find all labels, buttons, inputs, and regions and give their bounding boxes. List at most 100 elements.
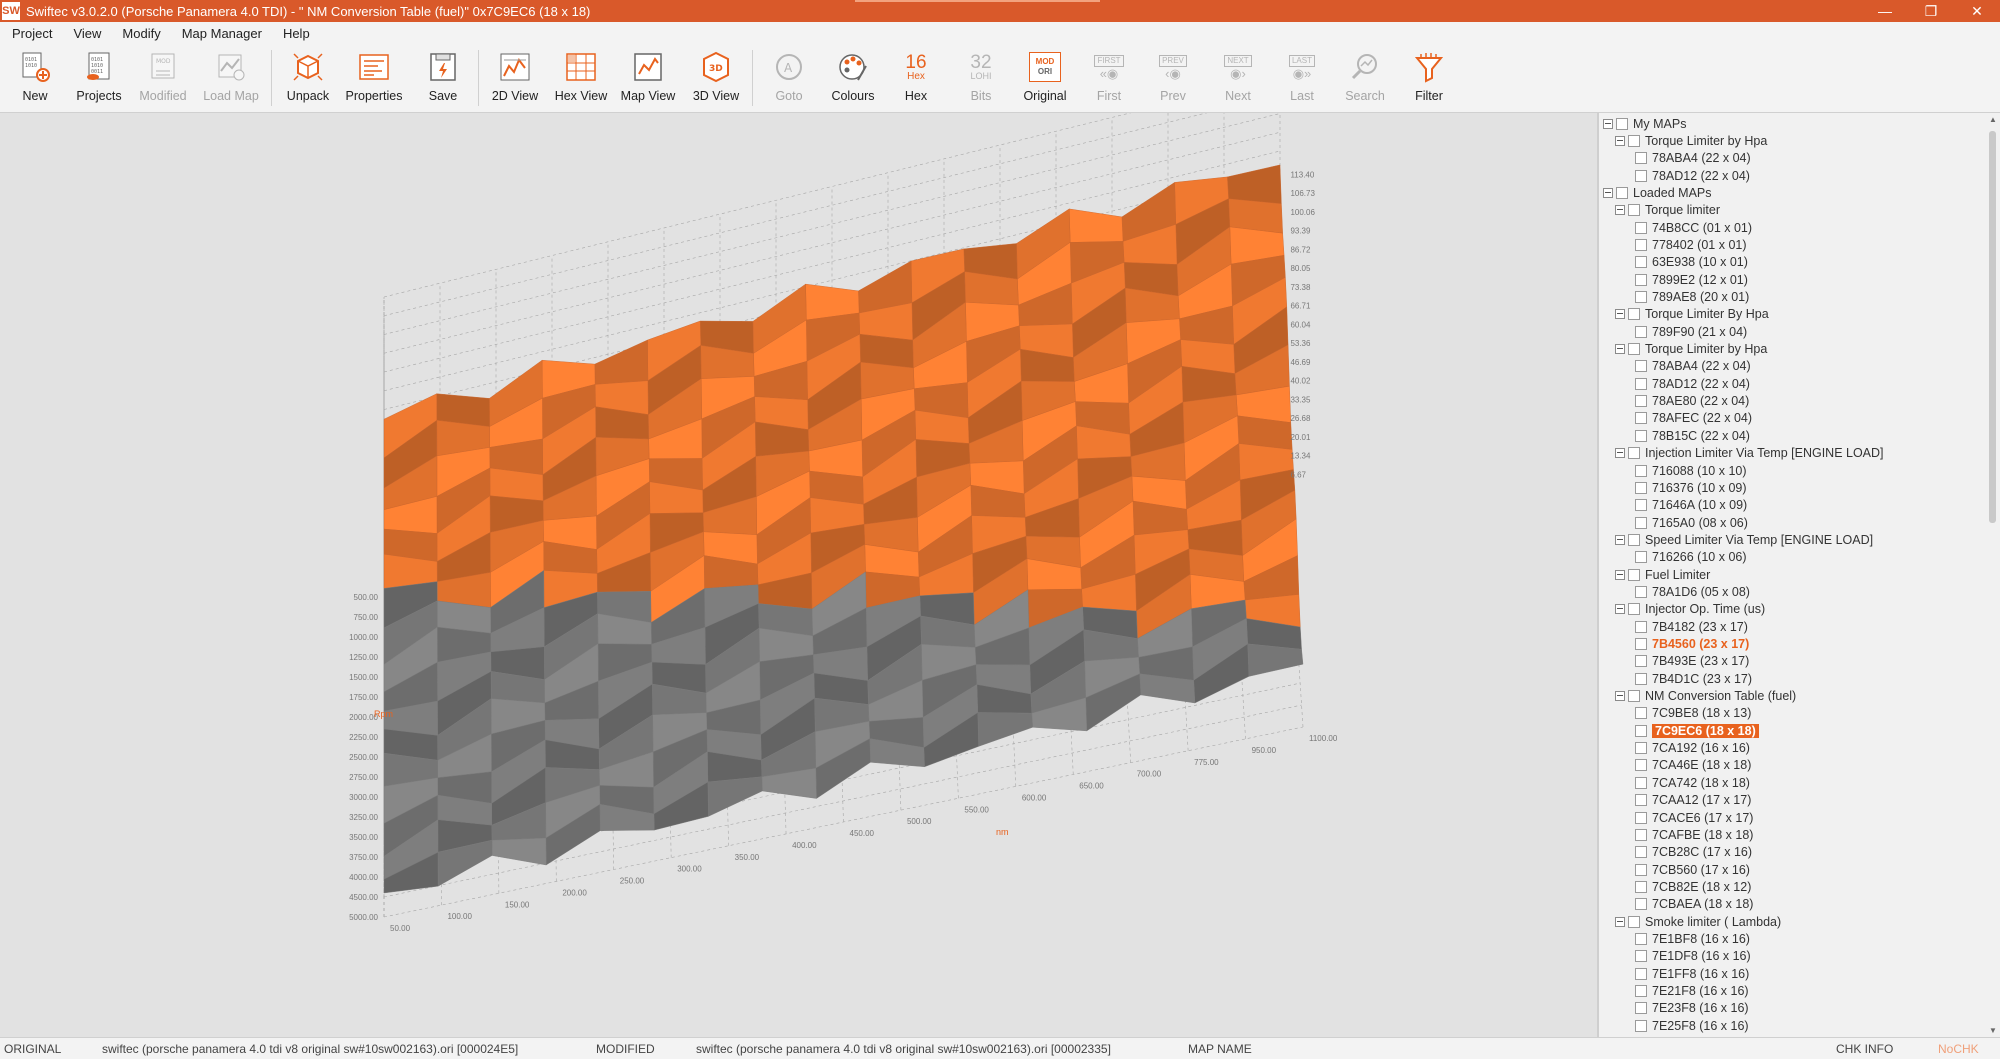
tree-checkbox[interactable] [1628, 308, 1640, 321]
tree-checkbox[interactable] [1628, 915, 1640, 928]
tree-checkbox[interactable] [1635, 655, 1647, 668]
tree-item[interactable]: 716088 (10 x 10) [1627, 462, 1747, 479]
new-button[interactable]: 0101 1010 New [4, 50, 66, 110]
tree-group[interactable]: Speed Limiter Via Temp [ENGINE LOAD] [1615, 531, 1873, 548]
scroll-down-icon[interactable]: ▼ [1989, 1026, 1997, 1035]
tree-item[interactable]: 7E21F8 (16 x 16) [1627, 983, 1749, 1000]
tree-item[interactable]: 7CA742 (18 x 18) [1627, 774, 1750, 791]
tree-checkbox[interactable] [1635, 516, 1647, 529]
tree-checkbox[interactable] [1616, 117, 1628, 130]
tree-checkbox[interactable] [1628, 343, 1640, 356]
tree-checkbox[interactable] [1635, 360, 1647, 373]
tree-item[interactable]: 7B4182 (23 x 17) [1627, 618, 1748, 635]
tree-checkbox[interactable] [1635, 291, 1647, 303]
tree-checkbox[interactable] [1628, 134, 1640, 147]
collapse-icon[interactable] [1615, 205, 1625, 216]
tree-checkbox[interactable] [1635, 412, 1647, 425]
tree-checkbox[interactable] [1635, 395, 1647, 408]
tree-item[interactable]: 7899E2 (12 x 01) [1627, 271, 1748, 288]
tree-checkbox[interactable] [1635, 238, 1647, 251]
tree-checkbox[interactable] [1635, 464, 1647, 477]
search-button[interactable]: Search [1334, 50, 1396, 110]
tree-checkbox[interactable] [1635, 794, 1647, 807]
tree-checkbox[interactable] [1628, 568, 1640, 581]
unpack-button[interactable]: Unpack [277, 50, 339, 110]
tree-checkbox[interactable] [1635, 620, 1647, 633]
tree-checkbox[interactable] [1635, 759, 1647, 772]
tree-checkbox[interactable] [1628, 204, 1640, 217]
tree-group[interactable]: NM Conversion Table (fuel) [1615, 688, 1796, 705]
tree-checkbox[interactable] [1635, 169, 1647, 182]
menu-map-manager[interactable]: Map Manager [170, 26, 271, 41]
first-button[interactable]: FIRST «◉ First [1078, 50, 1140, 110]
tree-item[interactable]: 7CB28C (17 x 16) [1627, 844, 1752, 861]
tree-item[interactable]: 7B4D1C (23 x 17) [1627, 670, 1752, 687]
filter-button[interactable]: Filter [1398, 50, 1460, 110]
tree-item[interactable]: 63E938 (10 x 01) [1627, 254, 1748, 271]
tree-item[interactable]: 71646A (10 x 09) [1627, 497, 1747, 514]
tree-checkbox[interactable] [1635, 499, 1647, 512]
tree-item[interactable]: 78B15C (22 x 04) [1627, 427, 1750, 444]
tree-item[interactable]: 7E25F8 (16 x 16) [1627, 1017, 1749, 1034]
tree-item[interactable]: 7B4560 (23 x 17) [1627, 636, 1749, 653]
map-view-button[interactable]: Map View [617, 50, 679, 110]
tree-group[interactable]: Smoke limiter ( Lambda) [1615, 913, 1781, 930]
tree-item[interactable]: 7E1DF8 (16 x 16) [1627, 948, 1751, 965]
tree-checkbox[interactable] [1635, 846, 1647, 859]
collapse-icon[interactable] [1603, 187, 1613, 198]
bits-button[interactable]: 32 LOHI Bits [950, 50, 1012, 110]
tree-group[interactable]: Injection Limiter Via Temp [ENGINE LOAD] [1615, 445, 1884, 462]
hex-view-button[interactable]: Hex View [550, 50, 612, 110]
last-button[interactable]: LAST ◉» Last [1271, 50, 1333, 110]
tree-checkbox[interactable] [1635, 256, 1647, 269]
projects-button[interactable]: 0101 1010 0011 Projects [68, 50, 130, 110]
tree-checkbox[interactable] [1628, 533, 1640, 546]
tree-checkbox[interactable] [1635, 672, 1647, 685]
hex-button[interactable]: 16 Hex Hex [885, 50, 947, 110]
tree-item[interactable]: 716266 (10 x 06) [1627, 549, 1747, 566]
tree-checkbox[interactable] [1635, 985, 1647, 997]
tree-checkbox[interactable] [1628, 447, 1640, 460]
collapse-icon[interactable] [1615, 344, 1625, 355]
tree-group[interactable]: Torque Limiter by Hpa [1615, 341, 1767, 358]
tree-checkbox[interactable] [1635, 377, 1647, 390]
tree-item[interactable]: 789AE8 (20 x 01) [1627, 289, 1749, 306]
tree-checkbox[interactable] [1616, 186, 1628, 199]
tree-item[interactable]: 78AE80 (22 x 04) [1627, 393, 1749, 410]
tree-item[interactable]: 7E1BF8 (16 x 16) [1627, 930, 1750, 947]
save-button[interactable]: Save [412, 50, 474, 110]
tree-checkbox[interactable] [1635, 932, 1647, 945]
collapse-icon[interactable] [1615, 448, 1625, 459]
tree-item[interactable]: 7CACE6 (17 x 17) [1627, 809, 1753, 826]
collapse-icon[interactable] [1615, 534, 1625, 545]
tree-checkbox[interactable] [1635, 811, 1647, 824]
modified-button[interactable]: MOD Modified [132, 50, 194, 110]
close-icon[interactable]: ✕ [1954, 0, 2000, 22]
tree-item[interactable]: 78ABA4 (22 x 04) [1627, 358, 1751, 375]
tree-item[interactable]: 778402 (01 x 01) [1627, 236, 1747, 253]
chart-viewport[interactable]: 500.00 750.00 1000.00 1250.00 1500.00 1750.00… [0, 75, 1597, 1037]
tree-group[interactable]: My MAPs [1603, 115, 1686, 132]
restore-icon[interactable]: ❐ [1908, 0, 1954, 22]
tree-item[interactable]: 74B8CC (01 x 01) [1627, 219, 1752, 236]
menu-view[interactable]: View [61, 26, 110, 41]
collapse-icon[interactable] [1615, 309, 1625, 320]
tree-item[interactable]: 7165A0 (08 x 06) [1627, 514, 1748, 531]
tree-checkbox[interactable] [1635, 551, 1647, 564]
tree-checkbox[interactable] [1628, 603, 1640, 616]
tree-item[interactable]: 7B493E (23 x 17) [1627, 653, 1749, 670]
view-3d-button[interactable]: 3D 3D View [685, 50, 747, 110]
tree-checkbox[interactable] [1635, 863, 1647, 876]
collapse-icon[interactable] [1615, 691, 1625, 702]
tree-checkbox[interactable] [1635, 724, 1647, 737]
tree-item[interactable]: 7E1FF8 (16 x 16) [1627, 965, 1749, 982]
tree-item[interactable]: 7CA46E (18 x 18) [1627, 757, 1751, 774]
tree-checkbox[interactable] [1635, 1002, 1647, 1015]
tree-group[interactable]: Torque Limiter By Hpa [1615, 306, 1769, 323]
tree-item[interactable]: 7E23F8 (16 x 16) [1627, 1000, 1749, 1017]
collapse-icon[interactable] [1615, 604, 1625, 615]
tree-checkbox[interactable] [1635, 898, 1647, 911]
tree-checkbox[interactable] [1635, 221, 1647, 234]
goto-button[interactable]: A Goto [758, 50, 820, 110]
collapse-icon[interactable] [1615, 569, 1625, 580]
